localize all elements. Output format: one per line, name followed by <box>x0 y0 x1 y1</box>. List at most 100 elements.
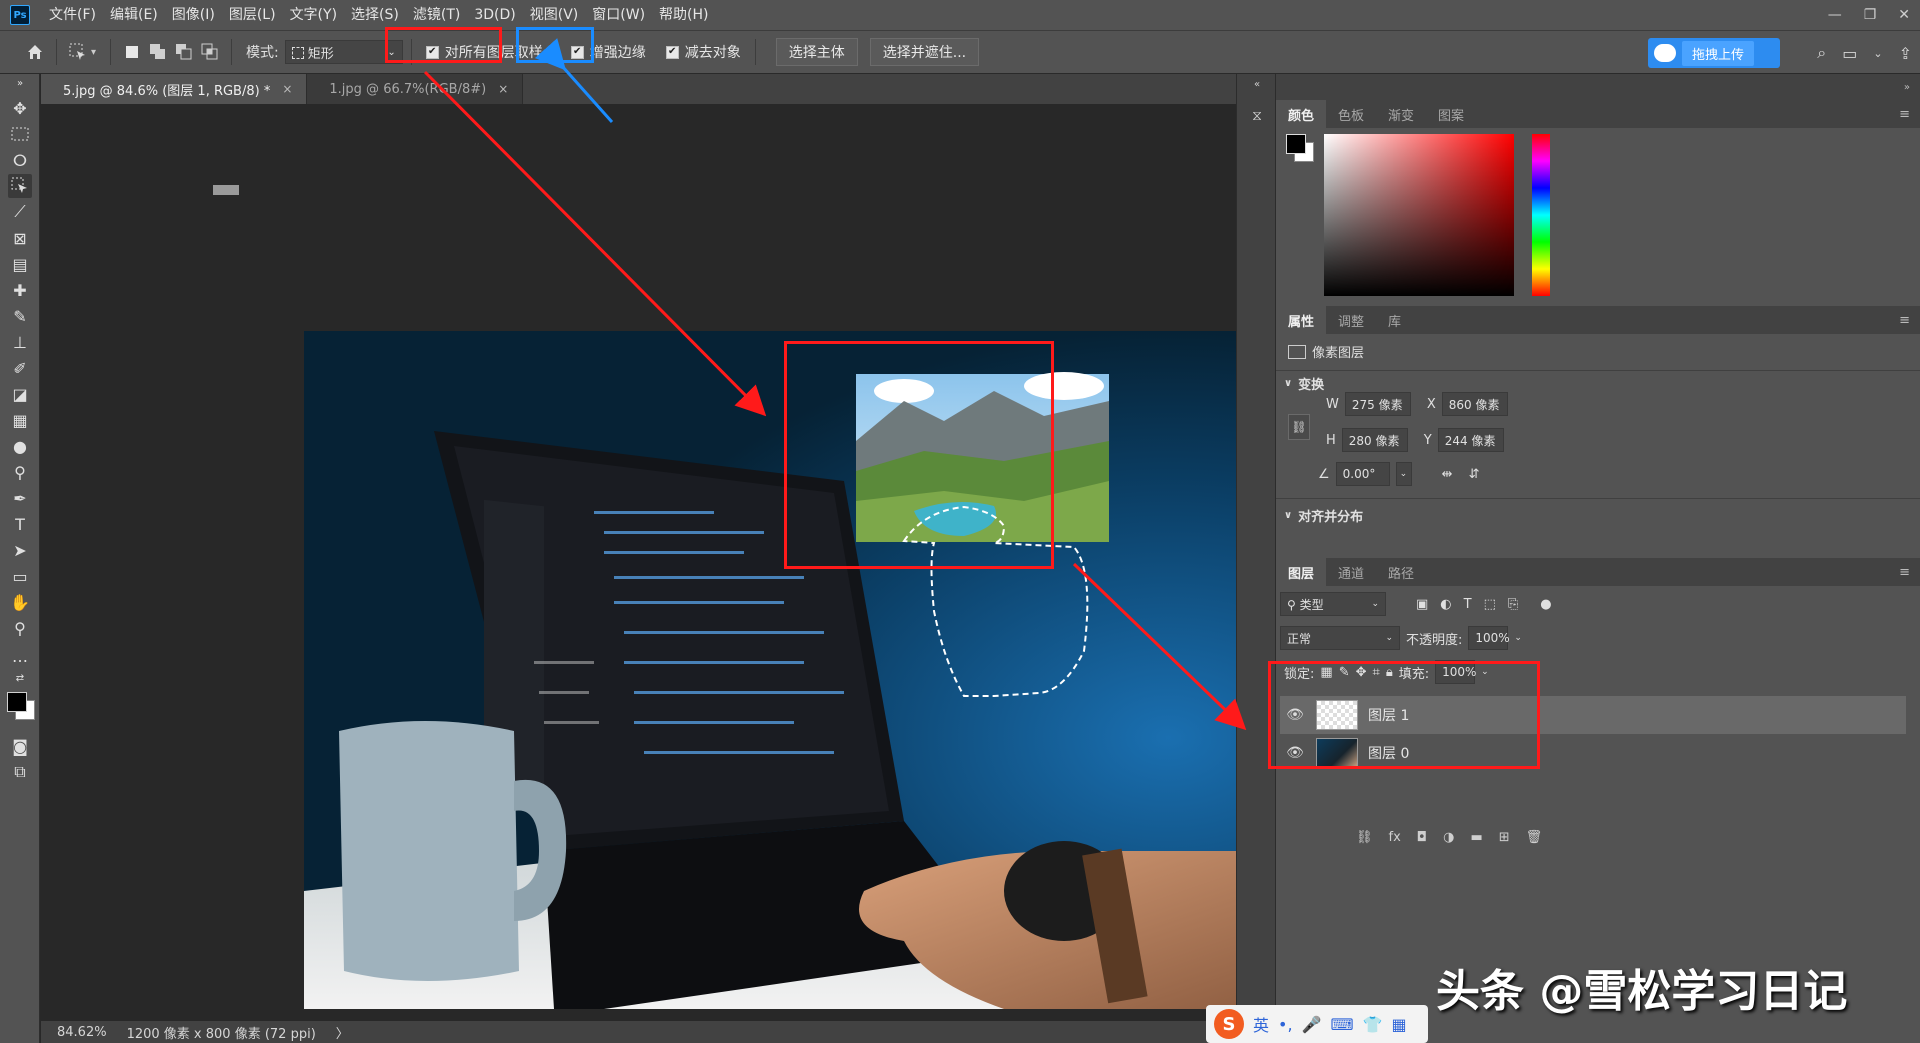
fx-icon[interactable]: fx <box>1389 830 1401 845</box>
restore-button[interactable]: ❐ <box>1864 7 1877 23</box>
tab-swatches[interactable]: 色板 <box>1326 100 1376 128</box>
tab-adjustments[interactable]: 调整 <box>1326 306 1376 334</box>
brush-tool-icon[interactable]: ✎ <box>8 304 32 328</box>
tab-libraries[interactable]: 库 <box>1376 306 1413 334</box>
tab-1jpg[interactable]: 1.jpg @ 66.7%(RGB/8#) × <box>307 74 524 104</box>
expand-arrows-icon[interactable]: « <box>1245 78 1269 90</box>
frame-tool-icon[interactable]: ⊠ <box>8 226 32 250</box>
punctuation-toggle[interactable]: •, <box>1278 1015 1293 1034</box>
path-selection-tool-icon[interactable]: ➤ <box>8 538 32 562</box>
screen-mode-icon[interactable]: ⧉ <box>8 760 32 784</box>
tab-color[interactable]: 颜色 <box>1276 100 1327 128</box>
object-select-tool-preset-icon[interactable] <box>65 39 91 65</box>
tab-paths[interactable]: 路径 <box>1376 558 1426 586</box>
chevron-down-icon[interactable]: ▾ <box>91 47 96 58</box>
clone-stamp-tool-icon[interactable]: ⊥ <box>8 330 32 354</box>
object-selection-tool-icon[interactable] <box>8 174 32 198</box>
tab-5jpg[interactable]: 5.jpg @ 84.6% (图层 1, RGB/8) * × <box>41 74 308 104</box>
menu-view[interactable]: 视图(V) <box>523 0 586 30</box>
tab-patterns[interactable]: 图案 <box>1426 100 1476 128</box>
align-section-header[interactable]: ∨ 对齐并分布 <box>1284 506 1363 525</box>
keyboard-icon[interactable]: ⌨ <box>1330 1015 1353 1034</box>
adjustment-filter-icon[interactable]: ◐ <box>1440 597 1451 612</box>
select-and-mask-button[interactable]: 选择并遮住... <box>869 38 980 66</box>
skin-icon[interactable]: 👕 <box>1363 1015 1383 1034</box>
workspace-icon[interactable]: ▭ <box>1842 44 1857 63</box>
add-mask-icon[interactable]: ◘ <box>1417 830 1427 845</box>
trash-icon[interactable]: 🗑︎ <box>1526 830 1543 845</box>
hue-slider[interactable] <box>1532 134 1550 296</box>
adjustment-layer-icon[interactable]: ◑ <box>1443 830 1454 845</box>
canvas-area[interactable] <box>41 104 1321 1021</box>
healing-brush-tool-icon[interactable]: ✚ <box>8 278 32 302</box>
menu-edit[interactable]: 编辑(E) <box>103 0 165 30</box>
smart-object-filter-icon[interactable]: ⎘ <box>1508 597 1518 612</box>
share-icon[interactable]: ⇪ <box>1899 44 1912 63</box>
width-input[interactable]: 275 像素 <box>1344 392 1411 416</box>
new-selection-icon[interactable] <box>119 39 145 65</box>
lasso-tool-icon[interactable]: ⵔ <box>8 148 32 172</box>
chevron-down-icon[interactable]: ⌄ <box>1514 633 1522 643</box>
type-tool-icon[interactable]: T <box>8 512 32 536</box>
swap-colors-icon[interactable]: ⇄ <box>8 670 32 686</box>
foreground-color-swatch[interactable] <box>7 692 27 712</box>
close-icon[interactable]: × <box>498 82 508 96</box>
select-subject-button[interactable]: 选择主体 <box>775 38 858 66</box>
shape-filter-icon[interactable]: ⬚ <box>1484 597 1496 612</box>
panel-menu-icon[interactable]: ≡ <box>1899 313 1910 328</box>
pen-tool-icon[interactable]: ✒ <box>8 486 32 510</box>
new-layer-icon[interactable]: ⊞ <box>1499 830 1510 845</box>
language-toggle[interactable]: 英 <box>1253 1012 1269 1036</box>
menu-3d[interactable]: 3D(D) <box>467 0 522 30</box>
height-input[interactable]: 280 像素 <box>1341 428 1408 452</box>
history-panel-icon[interactable]: ⧖ <box>1245 104 1269 128</box>
link-layers-icon[interactable]: ⛓ <box>1356 830 1373 845</box>
pixel-filter-icon[interactable]: ▣ <box>1416 597 1428 612</box>
quick-mask-icon[interactable]: ◙ <box>8 734 32 758</box>
close-icon[interactable]: × <box>282 82 292 96</box>
opacity-input[interactable]: 100% <box>1468 626 1510 650</box>
tab-properties[interactable]: 属性 <box>1276 306 1327 334</box>
menu-window[interactable]: 窗口(W) <box>585 0 652 30</box>
blur-tool-icon[interactable]: ● <box>8 434 32 458</box>
transform-section-header[interactable]: ∨ 变换 <box>1284 374 1324 393</box>
zoom-level[interactable]: 84.62% <box>57 1025 107 1040</box>
history-brush-tool-icon[interactable]: ✐ <box>8 356 32 380</box>
collapse-arrows-icon[interactable]: » <box>1904 82 1910 93</box>
type-filter-icon[interactable]: T <box>1464 597 1472 612</box>
link-dimensions-icon[interactable]: ⛓ <box>1288 414 1310 440</box>
flip-vertical-icon[interactable]: ⇵ <box>1469 467 1480 482</box>
flip-horizontal-icon[interactable]: ⇹ <box>1442 467 1453 482</box>
menu-select[interactable]: 选择(S) <box>344 0 406 30</box>
add-to-selection-icon[interactable] <box>145 39 171 65</box>
crop-tool-icon[interactable]: ⟋ <box>8 200 32 224</box>
minimize-button[interactable]: — <box>1828 7 1842 23</box>
blend-mode-select[interactable]: 正常 ⌄ <box>1280 626 1400 650</box>
menu-file[interactable]: 文件(F) <box>42 0 103 30</box>
close-button[interactable]: ✕ <box>1898 7 1910 23</box>
x-input[interactable]: 860 像素 <box>1441 392 1508 416</box>
fg-swatch[interactable] <box>1286 134 1306 154</box>
eraser-tool-icon[interactable]: ◪ <box>8 382 32 406</box>
eyedropper-tool-icon[interactable]: ▤ <box>8 252 32 276</box>
menu-image[interactable]: 图像(I) <box>165 0 222 30</box>
panel-menu-icon[interactable]: ≡ <box>1899 107 1910 122</box>
subtract-from-selection-icon[interactable] <box>171 39 197 65</box>
tab-gradients[interactable]: 渐变 <box>1376 100 1426 128</box>
sogou-logo-icon[interactable]: S <box>1214 1009 1244 1039</box>
chevron-down-icon[interactable]: ⌄ <box>1873 47 1882 60</box>
move-tool-icon[interactable]: ✥ <box>8 96 32 120</box>
zoom-tool-icon[interactable]: ⚲ <box>8 616 32 640</box>
collapse-arrows-icon[interactable]: » <box>8 76 32 90</box>
subtract-object-checkbox[interactable]: ✔ 减去对象 <box>660 37 747 67</box>
chevron-down-icon[interactable]: ⌄ <box>1395 462 1412 486</box>
toolbox-icon[interactable]: ▦ <box>1391 1015 1406 1034</box>
search-icon[interactable]: ⌕ <box>1817 43 1826 63</box>
intersect-selection-icon[interactable] <box>197 39 223 65</box>
chevron-right-icon[interactable]: 〉 <box>336 1023 349 1042</box>
drag-upload-button[interactable]: 拖拽上传 <box>1648 38 1780 68</box>
y-input[interactable]: 244 像素 <box>1437 428 1504 452</box>
microphone-icon[interactable]: 🎤 <box>1302 1015 1322 1034</box>
tab-layers[interactable]: 图层 <box>1276 558 1327 586</box>
rectangle-tool-icon[interactable]: ▭ <box>8 564 32 588</box>
